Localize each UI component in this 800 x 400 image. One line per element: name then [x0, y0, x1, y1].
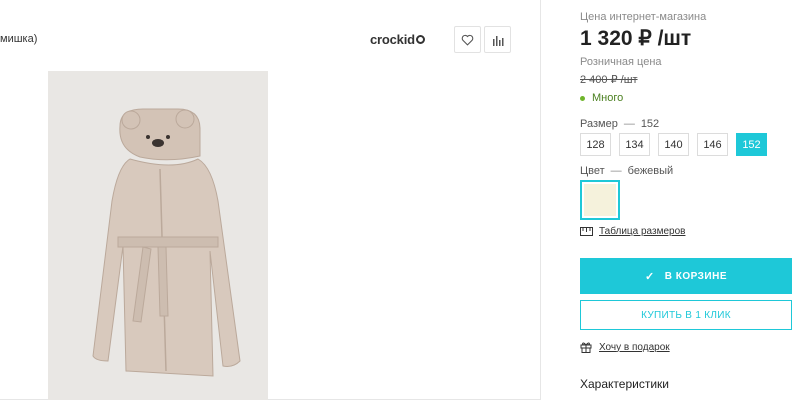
stock-status: Много — [580, 92, 623, 104]
product-title-fragment: мишка) — [0, 33, 38, 45]
size-selected-value: 152 — [640, 118, 660, 130]
brand-name: crockid — [370, 32, 415, 47]
brand-mark-icon — [415, 35, 425, 44]
compare-chart-icon — [492, 35, 503, 46]
size-label: Размер — 152 — [580, 118, 659, 130]
product-card: мишка) crockid — [0, 0, 541, 400]
characteristics-heading[interactable]: Характеристики — [580, 377, 669, 391]
color-label: Цвет — бежевый — [580, 165, 673, 177]
size-option-152[interactable]: 152 — [736, 133, 767, 156]
size-table-text: Таблица размеров — [599, 226, 686, 237]
bathrobe-image — [92, 108, 241, 377]
color-swatch-beige[interactable] — [580, 180, 620, 220]
stock-text: Много — [592, 92, 624, 104]
brand-logo[interactable]: crockid — [370, 32, 425, 47]
color-label-text: Цвет — [580, 165, 605, 177]
color-selected-value: бежевый — [627, 165, 674, 177]
product-photo[interactable] — [48, 71, 268, 400]
buy-one-click-button[interactable]: КУПИТЬ В 1 КЛИК — [580, 300, 792, 330]
size-table-link[interactable]: Таблица размеров — [580, 226, 685, 237]
gift-wish-link[interactable]: Хочу в подарок — [580, 341, 670, 353]
color-swatch-fill — [584, 184, 616, 216]
in-cart-button[interactable]: ✓ В КОРЗИНЕ — [580, 258, 792, 294]
size-option-128[interactable]: 128 — [580, 133, 611, 156]
check-icon: ✓ — [645, 270, 655, 283]
retail-price: 2 400 ₽ /шт — [580, 74, 638, 86]
size-option-140[interactable]: 140 — [658, 133, 689, 156]
shop-price: 1 320 ₽ /шт — [580, 27, 692, 50]
compare-button[interactable] — [484, 26, 511, 53]
gift-icon — [580, 342, 592, 353]
size-option-146[interactable]: 146 — [697, 133, 728, 156]
heart-icon — [461, 34, 474, 46]
in-cart-label: В КОРЗИНЕ — [664, 270, 727, 282]
size-label-text: Размер — [580, 118, 618, 130]
retail-price-label: Розничная цена — [580, 56, 662, 68]
gift-wish-text: Хочу в подарок — [599, 341, 670, 353]
color-label-dash: — — [610, 165, 622, 177]
stock-dot-icon — [580, 95, 585, 101]
size-option-134[interactable]: 134 — [619, 133, 650, 156]
favorite-button[interactable] — [454, 26, 481, 53]
shop-price-label: Цена интернет-магазина — [580, 11, 707, 23]
ruler-icon — [580, 227, 593, 236]
size-label-dash: — — [623, 118, 635, 130]
size-options: 128 134 140 146 152 — [580, 133, 767, 156]
